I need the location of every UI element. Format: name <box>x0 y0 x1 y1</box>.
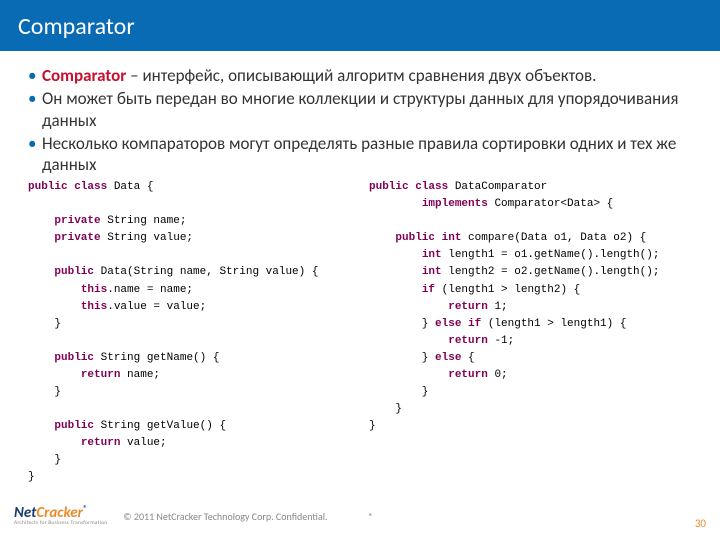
page-number: 30 <box>695 517 706 530</box>
footer: NetCracker® Architects for Business Tran… <box>0 492 720 540</box>
bullet-item: Несколько компараторов могут определять … <box>28 133 698 176</box>
bullet-item: Он может быть передан во многие коллекци… <box>28 88 698 131</box>
logo-tagline: Architects for Business Transformation <box>14 521 107 527</box>
logo-reg: ® <box>83 504 87 514</box>
bullet-list: Comparator – интерфейс, описывающий алго… <box>28 65 698 175</box>
copyright-text: © 2011 NetCracker Technology Corp. Confi… <box>123 510 327 523</box>
code-left: public class Data { private String name;… <box>28 179 357 486</box>
bullet-term: Comparator <box>42 65 126 86</box>
footer-star: * <box>368 510 373 523</box>
code-right: public class DataComparator implements C… <box>369 179 698 486</box>
logo-text: NetCracker® <box>14 505 107 521</box>
slide-title: Comparator <box>0 0 720 51</box>
logo: NetCracker® Architects for Business Tran… <box>14 505 107 527</box>
slide-body: Comparator – интерфейс, описывающий алго… <box>0 51 720 494</box>
code-columns: public class Data { private String name;… <box>28 179 698 486</box>
bullet-item: Comparator – интерфейс, описывающий алго… <box>28 65 698 86</box>
